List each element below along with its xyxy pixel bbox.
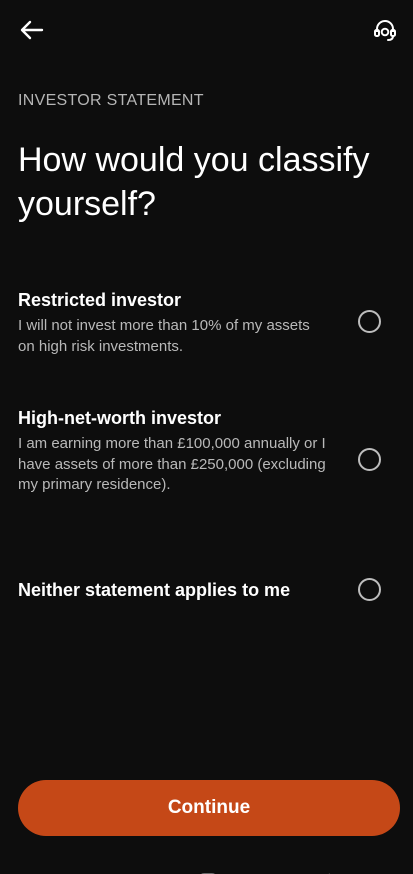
arrow-left-icon [20, 20, 44, 40]
radio-button[interactable] [358, 310, 381, 333]
option-description: I will not invest more than 10% of my as… [18, 317, 310, 355]
option-neither-applies[interactable]: Neither statement applies to me [0, 578, 413, 610]
support-button[interactable] [367, 12, 403, 48]
page-title: How would you classify yourself? [18, 141, 370, 223]
option-title: Neither statement applies to me [18, 580, 291, 600]
back-nav-icon[interactable] [318, 866, 338, 874]
top-bar [0, 0, 413, 60]
radio-button[interactable] [358, 448, 381, 471]
option-high-net-worth-investor[interactable]: High-net-worth investor I am earning mor… [0, 408, 413, 518]
home-icon[interactable] [198, 866, 218, 874]
option-title: Restricted investor [18, 290, 182, 310]
option-restricted-investor[interactable]: Restricted investor I will not invest mo… [0, 290, 413, 360]
option-description: I am earning more than £100,000 annually… [18, 435, 326, 493]
option-title: High-net-worth investor [18, 408, 221, 428]
section-overline: INVESTOR STATEMENT [18, 92, 204, 109]
recent-apps-icon[interactable] [82, 866, 102, 874]
headset-support-icon [374, 20, 396, 41]
back-button[interactable] [14, 12, 50, 48]
radio-button[interactable] [358, 578, 381, 601]
continue-button[interactable]: Continue [18, 780, 400, 836]
